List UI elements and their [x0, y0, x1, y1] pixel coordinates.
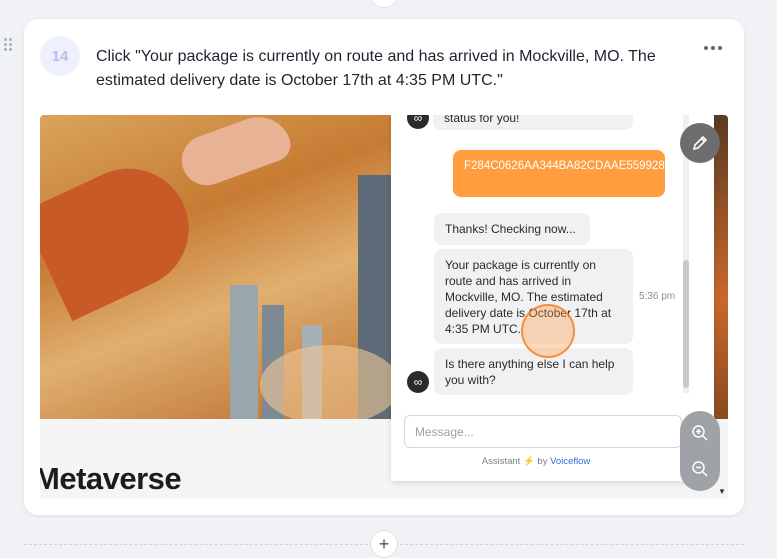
zoom-controls: [680, 411, 720, 491]
step-number-badge: 14: [40, 36, 80, 76]
pencil-icon[interactable]: [680, 123, 720, 163]
step-card: 14 Click "Your package is currently on r…: [24, 19, 744, 515]
chat-widget: ∞ status for you! F284C0626AA344BA82CDAA…: [391, 115, 714, 481]
message-timestamp: 5:36 pm: [639, 291, 676, 302]
chat-footer: Assistant ⚡ by Voiceflow: [481, 456, 591, 467]
chat-message-bot: status for you!: [433, 115, 633, 130]
chevron-down-icon: ▼: [718, 487, 726, 496]
message-input[interactable]: Message...: [404, 415, 682, 448]
bot-avatar-icon: ∞: [407, 371, 429, 393]
chat-message-user: F284C0626AA344BA82CDAAE559928282: [453, 150, 684, 197]
more-icon[interactable]: [704, 46, 722, 52]
zoom-in-icon[interactable]: [686, 419, 714, 447]
top-connector: [369, 0, 399, 8]
voiceflow-link[interactable]: Voiceflow: [550, 456, 590, 467]
background-heading: Metaverse: [40, 461, 182, 496]
chat-message-bot: Thanks! Checking now...: [434, 213, 590, 245]
background-artwork-edge: [714, 115, 728, 419]
bot-avatar-icon: ∞: [407, 115, 429, 129]
bolt-icon: ⚡: [522, 456, 535, 467]
background-artwork: [40, 115, 391, 419]
zoom-out-icon[interactable]: [686, 455, 714, 483]
chat-message-bot: Is there anything else I can help you wi…: [434, 348, 633, 395]
drag-handle-icon[interactable]: [4, 38, 14, 54]
step-screenshot: Metaverse ∞ status for you! F284C0626AA3…: [40, 115, 728, 499]
plus-icon[interactable]: +: [370, 530, 398, 558]
step-instruction[interactable]: Click "Your package is currently on rout…: [96, 45, 696, 93]
click-indicator: [521, 304, 575, 358]
